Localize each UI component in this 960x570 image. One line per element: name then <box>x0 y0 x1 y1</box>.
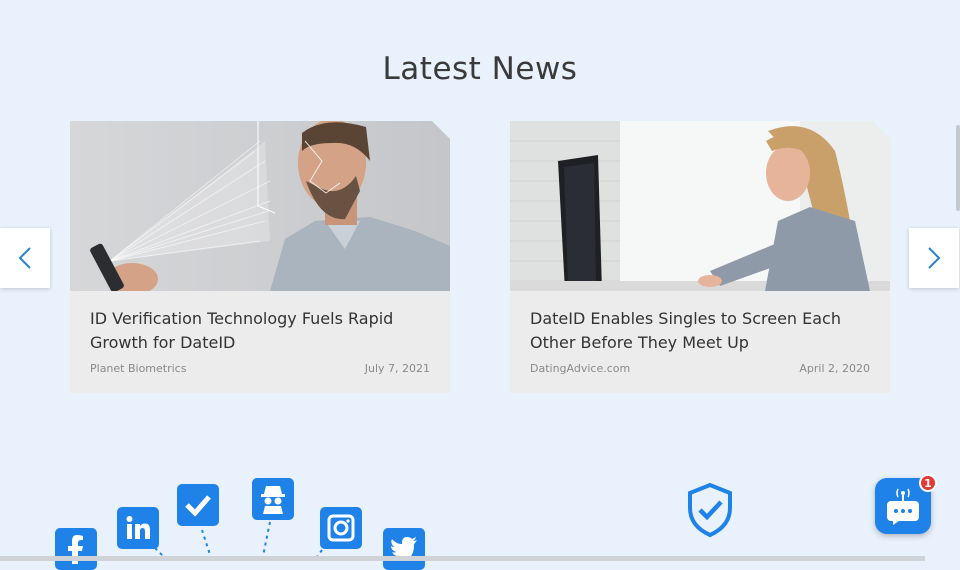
chat-notification-badge: 1 <box>919 474 937 492</box>
facebook-icon <box>55 528 97 570</box>
twitter-icon <box>383 528 425 570</box>
linkedin-icon <box>117 507 159 549</box>
scrollbar-thumb[interactable] <box>956 125 960 211</box>
shield-check-icon <box>688 482 732 538</box>
bottom-divider <box>0 556 925 561</box>
chat-bubble-icon <box>887 488 919 525</box>
spy-icon <box>252 478 294 520</box>
instagram-icon <box>320 507 362 549</box>
verified-check-icon <box>177 484 219 526</box>
connector-lines <box>154 521 323 561</box>
